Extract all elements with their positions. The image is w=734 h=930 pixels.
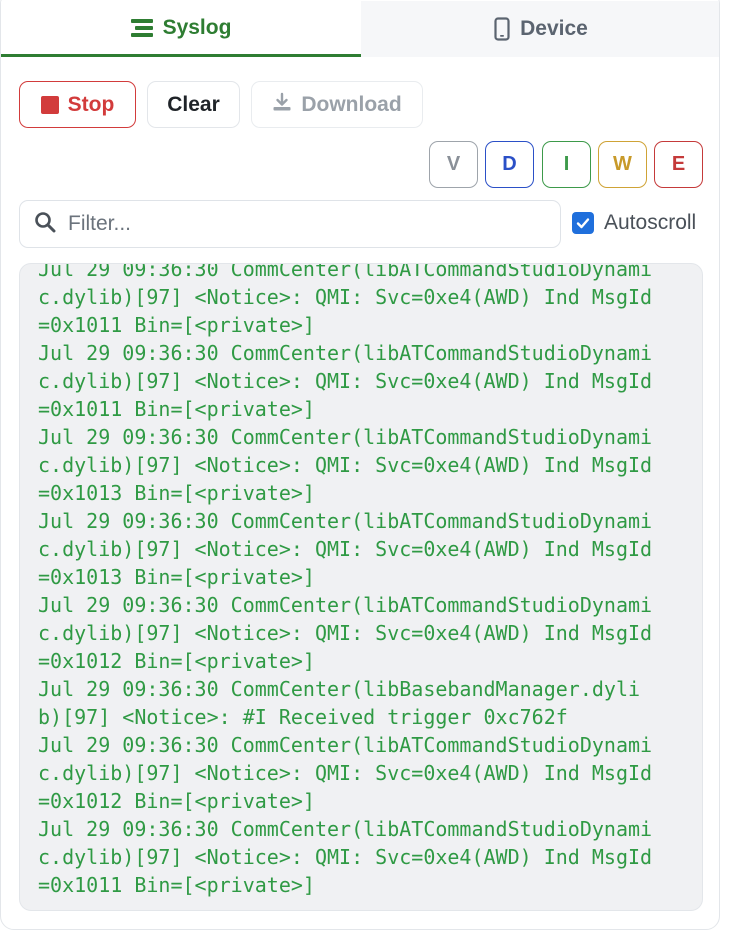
download-label: Download bbox=[301, 92, 402, 116]
log-lines: Jul 29 09:36:30 CommCenter(libATCommandS… bbox=[38, 263, 688, 899]
autoscroll-checkbox[interactable] bbox=[572, 212, 594, 234]
tab-device[interactable]: Device bbox=[361, 1, 719, 57]
level-error-button[interactable]: E bbox=[654, 141, 703, 188]
log-line: Jul 29 09:36:30 CommCenter(libATCommandS… bbox=[38, 593, 653, 617]
clear-label: Clear bbox=[167, 92, 220, 116]
log-line: =0x1013 Bin=[<private>] bbox=[38, 481, 315, 505]
list-icon bbox=[130, 18, 153, 38]
log-line: c.dylib)[97] <Notice>: QMI: Svc=0xe4(AWD… bbox=[38, 761, 653, 785]
tab-syslog-label: Syslog bbox=[162, 15, 232, 39]
filter-box bbox=[19, 200, 561, 248]
log-line: b)[97] <Notice>: #I Received trigger 0xc… bbox=[38, 705, 568, 729]
log-line: Jul 29 09:36:30 CommCenter(libATCommandS… bbox=[38, 425, 653, 449]
level-info-button[interactable]: I bbox=[542, 141, 591, 188]
log-line: Jul 29 09:36:30 CommCenter(libBasebandMa… bbox=[38, 677, 641, 701]
log-output[interactable]: Jul 29 09:36:30 CommCenter(libATCommandS… bbox=[19, 263, 703, 911]
log-line: =0x1011 Bin=[<private>] bbox=[38, 397, 315, 421]
log-line: Jul 29 09:36:30 CommCenter(libATCommandS… bbox=[38, 817, 653, 841]
phone-icon bbox=[494, 17, 510, 41]
level-debug-button[interactable]: D bbox=[485, 141, 534, 188]
level-warning-button[interactable]: W bbox=[598, 141, 647, 188]
log-line: Jul 29 09:36:30 CommCenter(libATCommandS… bbox=[38, 341, 653, 365]
stop-icon bbox=[40, 95, 59, 114]
tab-bar: Syslog Device bbox=[1, 1, 719, 57]
check-icon bbox=[576, 218, 590, 229]
tab-syslog[interactable]: Syslog bbox=[1, 1, 361, 57]
stop-button[interactable]: Stop bbox=[19, 81, 136, 128]
log-line: c.dylib)[97] <Notice>: QMI: Svc=0xe4(AWD… bbox=[38, 453, 653, 477]
search-icon bbox=[34, 211, 56, 238]
log-line: =0x1013 Bin=[<private>] bbox=[38, 565, 315, 589]
log-line: Jul 29 09:36:30 CommCenter(libATCommandS… bbox=[38, 509, 653, 533]
log-line: c.dylib)[97] <Notice>: QMI: Svc=0xe4(AWD… bbox=[38, 845, 653, 869]
log-line: Jul 29 09:36:30 CommCenter(libATCommandS… bbox=[38, 733, 653, 757]
log-line: =0x1012 Bin=[<private>] bbox=[38, 789, 315, 813]
log-line: c.dylib)[97] <Notice>: QMI: Svc=0xe4(AWD… bbox=[38, 285, 653, 309]
download-icon bbox=[272, 92, 292, 118]
log-line: =0x1011 Bin=[<private>] bbox=[38, 873, 315, 897]
log-line: Jul 29 09:36:30 CommCenter(libATCommandS… bbox=[38, 263, 653, 281]
level-verbose-button[interactable]: V bbox=[429, 141, 478, 188]
autoscroll-toggle[interactable]: Autoscroll bbox=[572, 211, 696, 235]
tab-device-label: Device bbox=[520, 17, 588, 40]
log-line: c.dylib)[97] <Notice>: QMI: Svc=0xe4(AWD… bbox=[38, 369, 653, 393]
log-line: =0x1011 Bin=[<private>] bbox=[38, 313, 315, 337]
filter-input[interactable] bbox=[68, 212, 538, 236]
download-button[interactable]: Download bbox=[251, 81, 423, 128]
syslog-panel: Syslog Device Stop Clear Download V D I … bbox=[0, 0, 720, 930]
autoscroll-label: Autoscroll bbox=[604, 211, 697, 234]
log-line: c.dylib)[97] <Notice>: QMI: Svc=0xe4(AWD… bbox=[38, 537, 653, 561]
clear-button[interactable]: Clear bbox=[147, 81, 240, 128]
stop-label: Stop bbox=[67, 92, 115, 116]
log-line: c.dylib)[97] <Notice>: QMI: Svc=0xe4(AWD… bbox=[38, 621, 653, 645]
log-line: =0x1012 Bin=[<private>] bbox=[38, 649, 315, 673]
